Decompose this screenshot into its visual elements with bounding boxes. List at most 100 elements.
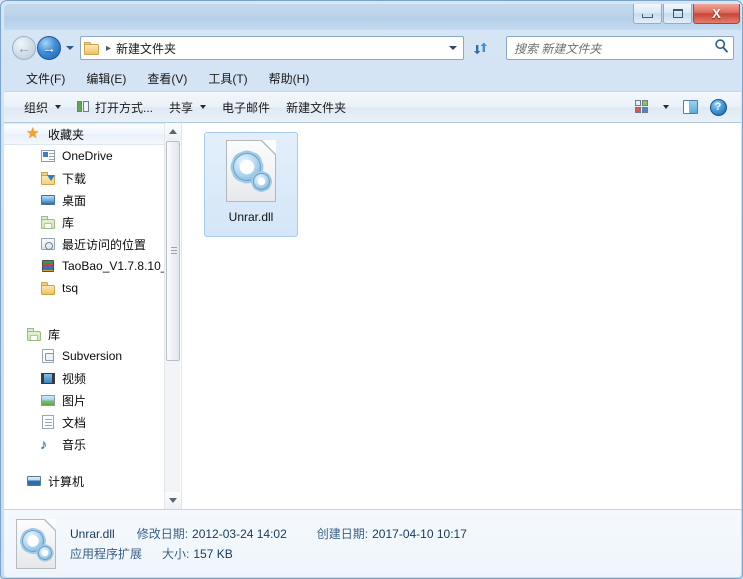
sidebar-item-downloads[interactable]: 下载	[4, 167, 181, 189]
maximize-icon	[672, 9, 683, 18]
chevron-down-icon	[449, 46, 457, 50]
sidebar-item-label: 最近访问的位置	[62, 237, 147, 252]
email-button[interactable]: 电子邮件	[214, 94, 278, 121]
menu-help[interactable]: 帮助(H)	[260, 66, 320, 91]
menu-file[interactable]: 文件(F)	[17, 66, 75, 91]
breadcrumb-current-folder[interactable]: 新建文件夹	[116, 40, 176, 57]
chevron-down-icon	[663, 105, 669, 109]
library-folder-icon	[26, 326, 42, 342]
sidebar-item-label: TaoBao_V1.7.8.10_	[62, 259, 168, 273]
music-icon: ♪	[40, 436, 47, 452]
view-mode-dropdown[interactable]	[657, 95, 675, 119]
chevron-down-icon	[55, 105, 62, 109]
chevron-up-icon	[169, 129, 177, 134]
maximize-button[interactable]	[663, 4, 692, 24]
library-folder-icon	[40, 214, 56, 230]
search-input[interactable]: 搜索 新建文件夹	[514, 40, 601, 57]
help-button[interactable]: ?	[705, 95, 731, 119]
sidebar-header-label: 收藏夹	[48, 127, 85, 142]
menu-tools[interactable]: 工具(T)	[199, 66, 257, 91]
sidebar-item-label: 下载	[62, 171, 87, 186]
new-folder-button[interactable]: 新建文件夹	[278, 94, 354, 121]
downloads-folder-icon	[40, 170, 56, 186]
status-file-name: Unrar.dll	[70, 526, 115, 541]
open-with-button[interactable]: 打开方式...	[69, 94, 161, 121]
status-modified-label: 修改日期:	[136, 526, 189, 541]
view-mode-icon	[635, 100, 649, 114]
sidebar-item-music[interactable]: ♪ 音乐	[4, 433, 181, 455]
desktop-icon	[40, 192, 56, 208]
new-folder-label: 新建文件夹	[286, 100, 347, 115]
sidebar-header-label: 计算机	[48, 475, 85, 487]
address-bar[interactable]: ▸ 新建文件夹	[80, 36, 464, 60]
navigation-pane: ★ 收藏夹 OneDrive 下载 桌面 库 最近访问的位置 TaoBao_V1…	[4, 123, 182, 509]
sidebar-item-taobao[interactable]: TaoBao_V1.7.8.10_	[4, 255, 181, 277]
sidebar-item-documents[interactable]: 文档	[4, 411, 181, 433]
title-bar: X	[4, 4, 741, 30]
file-item-unrar-dll[interactable]: Unrar.dll	[204, 132, 298, 237]
sidebar-item-desktop[interactable]: 桌面	[4, 189, 181, 211]
sidebar-item-tsq[interactable]: tsq	[4, 277, 181, 299]
computer-icon	[26, 475, 42, 487]
status-bar: Unrar.dll 修改日期: 2012-03-24 14:02 创建日期: 2…	[4, 509, 741, 577]
scroll-down-button[interactable]	[165, 492, 181, 509]
scrollbar-thumb[interactable]	[166, 141, 180, 361]
sidebar-item-label: 视频	[62, 371, 87, 386]
preview-pane-icon	[682, 100, 698, 114]
sidebar-scrollbar[interactable]	[164, 123, 181, 509]
sidebar-item-label: 图片	[62, 393, 87, 408]
videos-icon	[40, 370, 56, 386]
refresh-button[interactable]	[468, 36, 492, 60]
minimize-button[interactable]	[633, 4, 662, 24]
organize-label: 组织	[24, 100, 49, 115]
file-list-pane[interactable]: Unrar.dll	[183, 123, 741, 509]
window-inner: X ← → ▸ 新建文件夹 搜索 新建文件夹 文件(F) 编辑(E) 查看(V)…	[4, 4, 741, 577]
chevron-down-icon	[200, 105, 207, 109]
sidebar-header-computer[interactable]: 计算机	[4, 475, 181, 487]
sidebar-item-videos[interactable]: 视频	[4, 367, 181, 389]
open-with-label: 打开方式...	[95, 100, 154, 115]
status-line-2: 应用程序扩展 大小: 157 KB	[70, 544, 467, 564]
back-button[interactable]: ←	[12, 36, 36, 60]
email-label: 电子邮件	[222, 100, 271, 115]
organize-button[interactable]: 组织	[16, 94, 69, 121]
minimize-icon	[642, 13, 653, 18]
menu-bar: 文件(F) 编辑(E) 查看(V) 工具(T) 帮助(H)	[4, 66, 741, 91]
recent-places-icon	[40, 236, 56, 252]
folder-icon	[40, 280, 56, 296]
sidebar-item-recent-places[interactable]: 最近访问的位置	[4, 233, 181, 255]
scroll-up-button[interactable]	[165, 123, 181, 140]
forward-button[interactable]: →	[37, 36, 61, 60]
sidebar-item-libraries[interactable]: 库	[4, 211, 181, 233]
sidebar-item-label: OneDrive	[62, 149, 113, 163]
share-button[interactable]: 共享	[161, 94, 214, 121]
menu-edit[interactable]: 编辑(E)	[77, 66, 136, 91]
preview-pane-button[interactable]	[677, 95, 703, 119]
history-dropdown-button[interactable]	[64, 43, 76, 53]
status-file-icon	[16, 518, 56, 569]
sidebar-item-subversion[interactable]: Subversion	[4, 345, 181, 367]
sidebar-item-onedrive[interactable]: OneDrive	[4, 145, 181, 167]
sidebar-header-libraries[interactable]: 库	[4, 323, 181, 345]
help-icon: ?	[709, 98, 727, 116]
sidebar-item-label: tsq	[62, 281, 79, 295]
status-created-label: 创建日期:	[316, 526, 369, 541]
back-arrow-icon: ←	[17, 40, 31, 56]
sidebar-item-label: 音乐	[62, 437, 87, 452]
window-controls: X	[633, 4, 740, 24]
chevron-down-icon	[66, 46, 74, 50]
view-mode-button[interactable]	[629, 95, 655, 119]
star-icon: ★	[26, 125, 40, 142]
documents-icon	[40, 414, 56, 430]
address-dropdown-button[interactable]	[445, 38, 461, 58]
scrollbar-grip-icon	[171, 247, 177, 248]
sidebar-header-favorites[interactable]: ★ 收藏夹	[4, 123, 181, 145]
search-box[interactable]: 搜索 新建文件夹	[506, 36, 734, 60]
forward-arrow-icon: →	[42, 40, 56, 56]
sidebar-item-pictures[interactable]: 图片	[4, 389, 181, 411]
close-button[interactable]: X	[693, 4, 740, 24]
menu-view[interactable]: 查看(V)	[138, 66, 197, 91]
file-name-label: Unrar.dll	[228, 210, 274, 224]
explorer-window: X ← → ▸ 新建文件夹 搜索 新建文件夹 文件(F) 编辑(E) 查看(V)…	[0, 0, 743, 579]
onedrive-icon	[40, 148, 56, 164]
